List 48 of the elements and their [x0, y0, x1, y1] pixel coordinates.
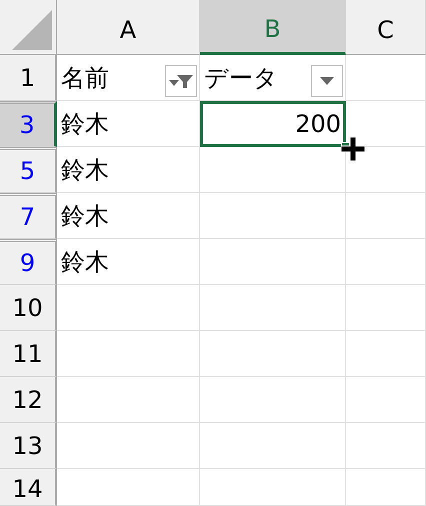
table-cell[interactable]	[200, 193, 346, 239]
table-cell[interactable]	[200, 239, 346, 285]
filter-icon	[169, 73, 193, 89]
table-cell[interactable]	[346, 469, 426, 506]
table-cell[interactable]	[346, 423, 426, 469]
table-cell[interactable]	[346, 239, 426, 285]
row-header[interactable]: 11	[0, 331, 57, 377]
column-header[interactable]: B	[200, 0, 346, 55]
select-all-triangle-icon	[12, 10, 52, 50]
table-cell[interactable]: 鈴木	[57, 101, 200, 147]
table-cell[interactable]	[200, 331, 346, 377]
table-cell[interactable]	[346, 377, 426, 423]
row-header[interactable]: 5	[0, 147, 57, 193]
row-header[interactable]: 1	[0, 55, 57, 101]
table-cell[interactable]	[57, 285, 200, 331]
table-cell[interactable]	[346, 193, 426, 239]
row-header[interactable]: 10	[0, 285, 57, 331]
table-cell[interactable]	[57, 377, 200, 423]
column-header[interactable]: A	[57, 0, 200, 55]
table-cell[interactable]: 鈴木	[57, 239, 200, 285]
table-cell[interactable]	[57, 469, 200, 506]
select-all-button[interactable]	[0, 0, 57, 55]
table-cell[interactable]	[346, 285, 426, 331]
table-cell[interactable]	[57, 331, 200, 377]
table-cell[interactable]	[346, 147, 426, 193]
crosshair-cursor-icon	[341, 137, 365, 162]
table-cell[interactable]	[200, 469, 346, 506]
row-header[interactable]: 3	[0, 101, 57, 147]
table-cell[interactable]	[200, 285, 346, 331]
row-header[interactable]: 13	[0, 423, 57, 469]
row-header[interactable]: 14	[0, 469, 57, 506]
table-cell[interactable]: 200	[200, 101, 346, 147]
column-header[interactable]: C	[346, 0, 426, 55]
table-cell[interactable]	[200, 423, 346, 469]
row-header[interactable]: 12	[0, 377, 57, 423]
table-cell[interactable]: 鈴木	[57, 147, 200, 193]
row-header[interactable]: 9	[0, 239, 57, 285]
table-cell[interactable]	[346, 331, 426, 377]
dropdown-button[interactable]	[311, 65, 343, 97]
table-cell[interactable]	[57, 423, 200, 469]
caret-icon	[320, 77, 334, 85]
table-cell[interactable]: 名前	[57, 55, 200, 101]
table-cell[interactable]: 鈴木	[57, 193, 200, 239]
filter-button[interactable]	[165, 65, 197, 97]
table-cell[interactable]	[346, 55, 426, 101]
table-cell[interactable]: データ	[200, 55, 346, 101]
table-cell[interactable]	[200, 377, 346, 423]
row-header[interactable]: 7	[0, 193, 57, 239]
